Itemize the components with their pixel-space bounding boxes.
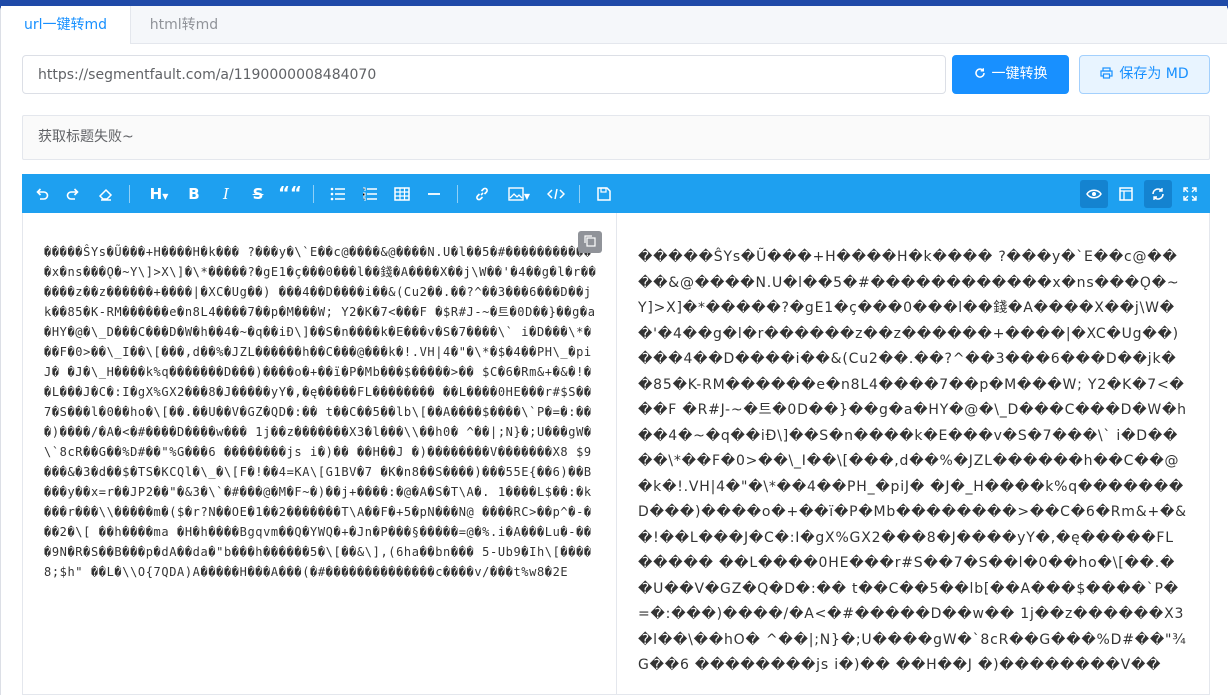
save-md-button[interactable]: 保存为 MD: [1079, 55, 1210, 94]
image-icon[interactable]: ▼: [502, 180, 536, 208]
title-field[interactable]: 获取标题失败~: [22, 115, 1210, 160]
markdown-source-text[interactable]: �����ŜYs�Ũ���+H����H�k��� ?���y�\`E��c@�…: [44, 242, 598, 582]
copy-icon[interactable]: [578, 231, 602, 253]
heading-icon[interactable]: H▼: [142, 180, 176, 208]
printer-icon: [1100, 56, 1113, 93]
table-icon[interactable]: [388, 180, 416, 208]
ordered-list-icon[interactable]: [356, 180, 384, 208]
convert-button-label: 一键转换: [991, 66, 1048, 82]
unordered-list-icon[interactable]: [324, 180, 352, 208]
horizontal-rule-icon[interactable]: [420, 180, 448, 208]
toolbar-divider: [579, 185, 580, 203]
toolbar-divider: [129, 185, 130, 203]
quote-icon[interactable]: ““: [276, 180, 304, 208]
layout-icon[interactable]: [1112, 180, 1140, 208]
preview-eye-icon[interactable]: [1080, 180, 1108, 208]
chevron-down-icon: ▼: [523, 192, 531, 201]
convert-button[interactable]: 一键转换: [952, 55, 1069, 94]
italic-icon[interactable]: I: [212, 180, 240, 208]
eraser-icon[interactable]: [92, 180, 120, 208]
strikethrough-icon[interactable]: S: [244, 180, 272, 208]
preview-pane: �����ŜYs�Ũ���+H����H�k���� ?���y�`E��c@�…: [617, 213, 1211, 695]
fullscreen-icon[interactable]: [1176, 180, 1204, 208]
link-icon[interactable]: [468, 180, 496, 208]
redo-icon[interactable]: [59, 180, 87, 208]
code-icon[interactable]: [542, 180, 570, 208]
url-input[interactable]: [22, 55, 946, 94]
markdown-preview-text: �����ŜYs�Ũ���+H����H�k���� ?���y�`E��c@�…: [638, 249, 1187, 673]
markdown-editor: �����ŜYs�Ũ���+H����H�k��� ?���y�\`E��c@�…: [22, 213, 1210, 695]
chevron-down-icon: ▼: [162, 192, 169, 201]
tab-html-to-md[interactable]: html转md: [131, 6, 237, 44]
undo-icon[interactable]: [28, 180, 56, 208]
tab-bar: url一键转md html转md: [1, 6, 1227, 44]
source-pane[interactable]: �����ŜYs�Ũ���+H����H�k��� ?���y�\`E��c@�…: [23, 213, 617, 695]
editor-toolbar: H▼ B I S ““ ▼: [22, 174, 1210, 213]
save-md-button-label: 保存为 MD: [1119, 66, 1189, 82]
sync-scroll-icon[interactable]: [1144, 180, 1172, 208]
refresh-icon: [974, 56, 986, 93]
toolbar-divider: [457, 185, 458, 203]
bold-icon[interactable]: B: [180, 180, 208, 208]
toolbar-divider: [313, 185, 314, 203]
tab-url-to-md[interactable]: url一键转md: [1, 6, 131, 44]
save-icon[interactable]: [590, 180, 618, 208]
